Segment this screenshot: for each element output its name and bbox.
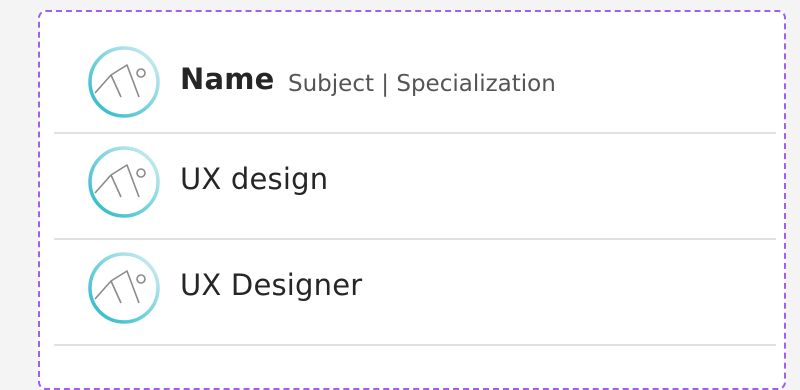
item-subtitle: Subject | Specialization xyxy=(288,71,556,97)
item-title: Name xyxy=(180,62,275,96)
image-placeholder-icon xyxy=(87,251,161,325)
image-placeholder-icon xyxy=(87,145,161,219)
item-list: Name Subject | Specialization UX design … xyxy=(54,29,776,346)
image-placeholder-icon xyxy=(87,45,161,119)
item-title: UX Designer xyxy=(180,268,363,302)
list-item-ux-design[interactable]: UX design xyxy=(54,134,776,240)
list-item-name[interactable]: Name Subject | Specialization xyxy=(54,29,776,134)
item-title: UX design xyxy=(180,162,329,196)
list-panel: Name Subject | Specialization UX design … xyxy=(38,10,786,390)
list-item-ux-designer[interactable]: UX Designer xyxy=(54,240,776,346)
